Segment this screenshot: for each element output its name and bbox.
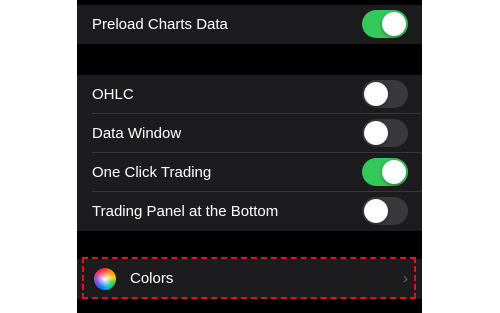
ohlc-row: OHLC <box>77 75 422 114</box>
trading-panel-bottom-toggle[interactable] <box>362 197 408 225</box>
color-wheel-icon <box>94 268 116 290</box>
one-click-trading-toggle[interactable] <box>362 158 408 186</box>
one-click-trading-label: One Click Trading <box>92 164 212 181</box>
toggle-knob <box>382 160 406 184</box>
data-window-toggle[interactable] <box>362 119 408 147</box>
preload-charts-data-label: Preload Charts Data <box>92 16 228 33</box>
colors-label: Colors <box>130 270 174 287</box>
ohlc-label: OHLC <box>92 86 134 103</box>
colors-settings-group: Colors › <box>77 259 422 299</box>
settings-screen: Preload Charts Data OHLC Data Window One… <box>77 0 422 313</box>
trading-panel-bottom-label: Trading Panel at the Bottom <box>92 203 279 220</box>
preload-settings-group: Preload Charts Data <box>77 5 422 44</box>
data-window-label: Data Window <box>92 125 182 142</box>
preload-charts-data-row: Preload Charts Data <box>77 5 422 44</box>
preload-charts-data-toggle[interactable] <box>362 10 408 38</box>
toggle-knob <box>364 82 388 106</box>
toggle-knob <box>382 12 406 36</box>
ohlc-toggle[interactable] <box>362 80 408 108</box>
trading-panel-bottom-row: Trading Panel at the Bottom <box>77 192 422 231</box>
toggle-knob <box>364 199 388 223</box>
toggle-knob <box>364 121 388 145</box>
display-settings-group: OHLC Data Window One Click Trading Tradi… <box>77 75 422 231</box>
colors-row[interactable]: Colors › <box>77 259 422 299</box>
one-click-trading-row: One Click Trading <box>77 153 422 192</box>
data-window-row: Data Window <box>77 114 422 153</box>
chevron-right-icon: › <box>403 270 408 287</box>
